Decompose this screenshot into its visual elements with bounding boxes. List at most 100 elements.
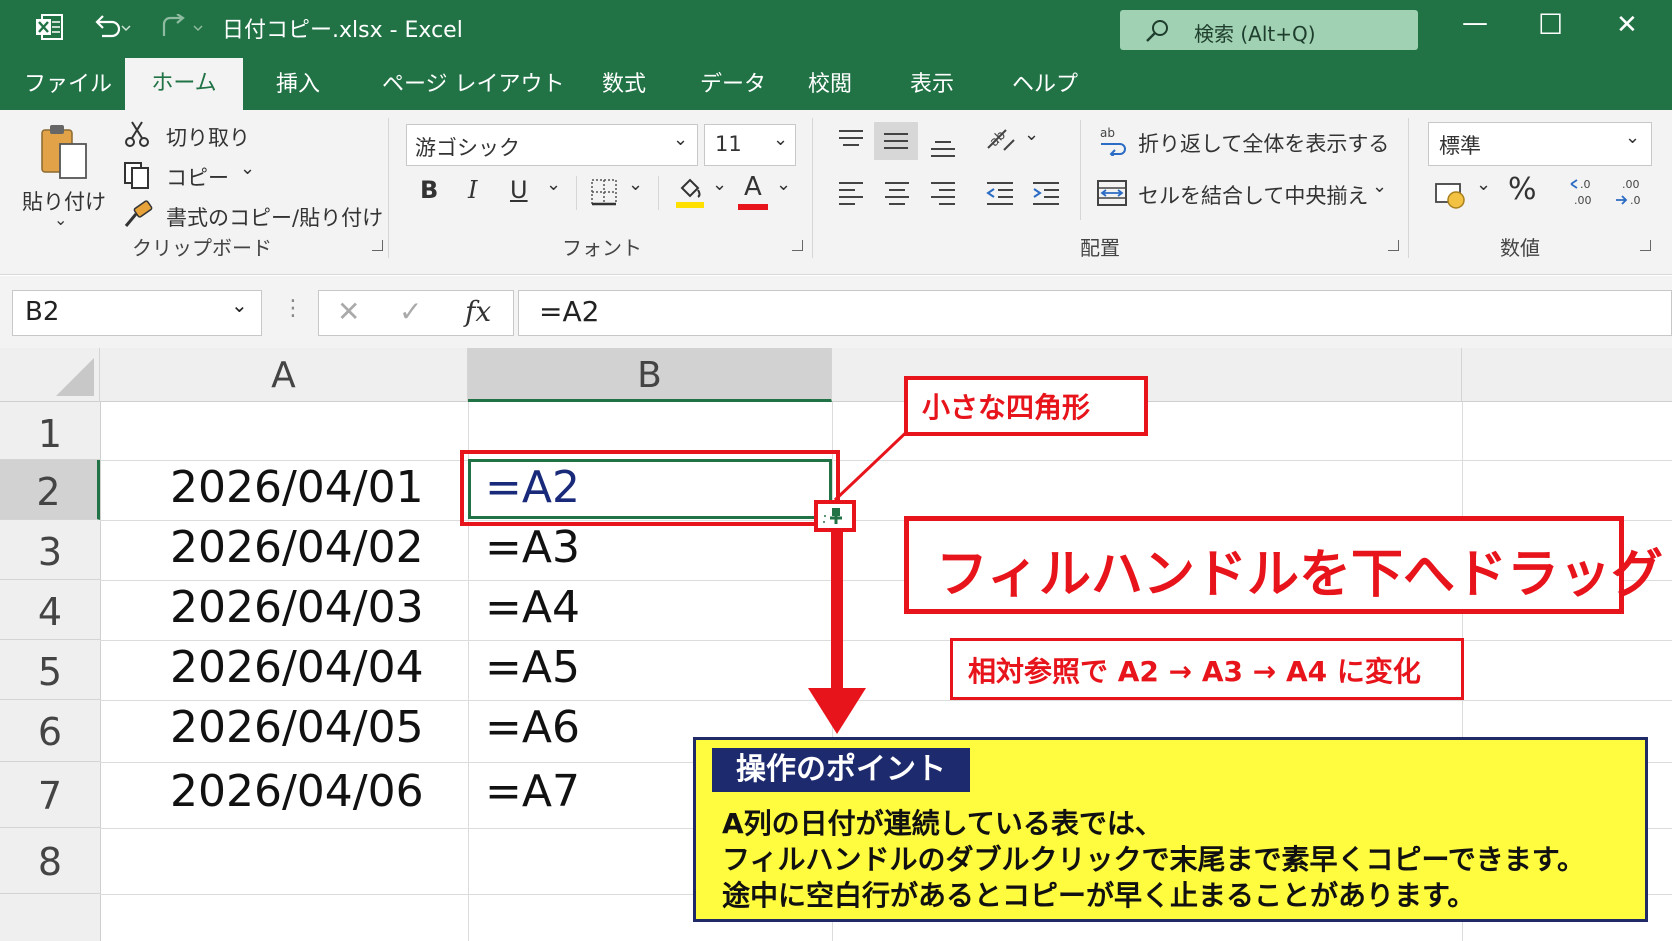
minimize-button[interactable]: — xyxy=(1462,8,1488,38)
percent-button[interactable]: % xyxy=(1508,172,1537,207)
row-header-4[interactable]: 4 xyxy=(0,580,100,640)
cell-b7[interactable]: =A7 xyxy=(485,766,580,817)
more-options-icon[interactable]: ⋮ xyxy=(282,296,304,321)
formula-input[interactable]: =A2 xyxy=(518,290,1672,336)
underline-button[interactable]: U xyxy=(510,176,528,204)
row-header-8[interactable]: 8 xyxy=(0,828,100,894)
bold-button[interactable]: B xyxy=(420,176,438,204)
italic-button[interactable]: I xyxy=(468,176,477,204)
paste-chevron-icon[interactable]: ⌄ xyxy=(54,210,67,229)
align-right-icon[interactable] xyxy=(928,180,958,206)
ribbon: 貼り付け ⌄ 切り取り コピー ⌄ 書式のコピー/貼り付け クリップボード 游ゴ… xyxy=(0,110,1672,275)
insert-function-button[interactable]: fx xyxy=(465,295,491,328)
borders-icon[interactable] xyxy=(590,178,618,206)
format-painter-button[interactable]: 書式のコピー/貼り付け xyxy=(166,202,383,232)
font-color-button[interactable]: A xyxy=(744,172,762,202)
decrease-decimal-icon[interactable]: .00 .0 xyxy=(1614,176,1648,208)
tab-home[interactable]: ホーム xyxy=(125,58,243,110)
align-middle-button[interactable] xyxy=(874,122,918,160)
accounting-chevron-icon[interactable]: ⌄ xyxy=(1476,174,1491,195)
clipboard-group-label: クリップボード xyxy=(132,236,272,260)
wrap-text-icon: ab xyxy=(1100,126,1126,156)
increase-decimal-icon[interactable]: .0 .00 xyxy=(1568,176,1602,208)
fill-color-chevron-icon[interactable]: ⌄ xyxy=(712,174,727,195)
font-launcher-icon[interactable] xyxy=(792,240,803,251)
redo-icon[interactable] xyxy=(160,14,204,40)
copy-chevron-icon[interactable]: ⌄ xyxy=(240,158,255,179)
tab-view[interactable]: 表示 xyxy=(910,66,954,98)
search-box[interactable]: 検索 (Alt+Q) xyxy=(1120,10,1418,50)
cut-button[interactable]: 切り取り xyxy=(166,122,250,152)
formula-buttons: ✕ ✓ fx xyxy=(318,290,514,336)
row-header-3[interactable]: 3 xyxy=(0,520,100,580)
fill-color-icon[interactable] xyxy=(674,174,706,210)
select-all-button[interactable] xyxy=(0,348,100,402)
row-header-5[interactable]: 5 xyxy=(0,640,100,700)
cell-a7[interactable]: 2026/04/06 xyxy=(170,766,424,817)
cell-a4[interactable]: 2026/04/03 xyxy=(170,582,424,633)
alignment-launcher-icon[interactable] xyxy=(1388,240,1399,251)
select-all-triangle-icon xyxy=(56,358,94,396)
accounting-format-icon[interactable] xyxy=(1434,180,1468,210)
align-left-icon[interactable] xyxy=(836,180,866,206)
align-center-icon[interactable] xyxy=(882,180,912,206)
number-format-select[interactable]: 標準 ⌄ xyxy=(1428,122,1652,166)
orientation-chevron-icon[interactable]: ⌄ xyxy=(1024,124,1039,145)
tab-data[interactable]: データ xyxy=(700,66,766,98)
cell-b4[interactable]: =A4 xyxy=(485,582,580,633)
tab-formulas[interactable]: 数式 xyxy=(602,66,646,98)
gridline xyxy=(100,402,101,941)
row-header-9[interactable] xyxy=(0,894,100,941)
orientation-icon[interactable]: ab xyxy=(984,124,1018,156)
clipboard-launcher-icon[interactable] xyxy=(372,240,383,251)
alignment-group-label: 配置 xyxy=(1080,236,1120,260)
number-launcher-icon[interactable] xyxy=(1640,240,1651,251)
copy-button[interactable]: コピー xyxy=(166,162,229,192)
tab-file[interactable]: ファイル xyxy=(24,66,112,98)
cell-b6[interactable]: =A6 xyxy=(485,702,580,753)
maximize-button[interactable]: ☐ xyxy=(1538,8,1563,41)
column-header-b[interactable]: B xyxy=(468,348,832,402)
font-color-chevron-icon[interactable]: ⌄ xyxy=(776,174,791,195)
chevron-down-icon: ⌄ xyxy=(773,129,789,150)
row-header-1[interactable]: 1 xyxy=(0,402,100,460)
cell-a5[interactable]: 2026/04/04 xyxy=(170,642,424,693)
merge-chevron-icon[interactable]: ⌄ xyxy=(1372,176,1387,197)
cell-b3[interactable]: =A3 xyxy=(485,522,580,573)
row-header-6[interactable]: 6 xyxy=(0,700,100,762)
column-header-d[interactable] xyxy=(1462,348,1672,402)
tab-page-layout[interactable]: ページ レイアウト xyxy=(382,66,565,98)
cell-a6[interactable]: 2026/04/05 xyxy=(170,702,424,753)
cancel-icon[interactable]: ✕ xyxy=(337,295,360,328)
font-name-select[interactable]: 游ゴシック ⌄ xyxy=(406,124,698,166)
align-top-icon[interactable] xyxy=(836,128,866,154)
tab-help[interactable]: ヘルプ xyxy=(1012,66,1078,98)
underline-chevron-icon[interactable]: ⌄ xyxy=(546,174,561,195)
cell-a2[interactable]: 2026/04/01 xyxy=(170,462,424,513)
point-line-3: 途中に空白行があるとコピーが早く止まることがあります。 xyxy=(722,879,1476,912)
cell-b2[interactable]: =A2 xyxy=(485,462,580,513)
align-bottom-icon[interactable] xyxy=(928,134,958,160)
wrap-text-button[interactable]: 折り返して全体を表示する xyxy=(1138,128,1389,158)
number-format-value: 標準 xyxy=(1439,134,1481,158)
font-size-select[interactable]: 11 ⌄ xyxy=(704,124,796,166)
undo-icon[interactable] xyxy=(92,14,132,40)
column-header-a[interactable]: A xyxy=(100,348,468,402)
name-box[interactable]: B2 ⌄ xyxy=(12,290,262,336)
chevron-down-icon: ⌄ xyxy=(231,293,248,317)
row-header-2[interactable]: 2 xyxy=(0,460,100,520)
tab-insert[interactable]: 挿入 xyxy=(276,66,320,98)
close-button[interactable]: ✕ xyxy=(1616,10,1638,40)
row-header-7[interactable]: 7 xyxy=(0,762,100,828)
tab-review[interactable]: 校閲 xyxy=(808,66,852,98)
merge-center-button[interactable]: セルを結合して中央揃え xyxy=(1138,180,1368,210)
increase-indent-icon[interactable] xyxy=(1030,180,1062,206)
decrease-indent-icon[interactable] xyxy=(984,180,1016,206)
point-line-2: フィルハンドルのダブルクリックで末尾まで素早くコピーできます。 xyxy=(722,843,1585,876)
cell-a3[interactable]: 2026/04/02 xyxy=(170,522,424,573)
enter-check-icon[interactable]: ✓ xyxy=(399,295,422,328)
search-icon xyxy=(1146,20,1168,42)
cell-b5[interactable]: =A5 xyxy=(485,642,580,693)
font-group-label: フォント xyxy=(562,236,642,260)
borders-chevron-icon[interactable]: ⌄ xyxy=(628,174,643,195)
